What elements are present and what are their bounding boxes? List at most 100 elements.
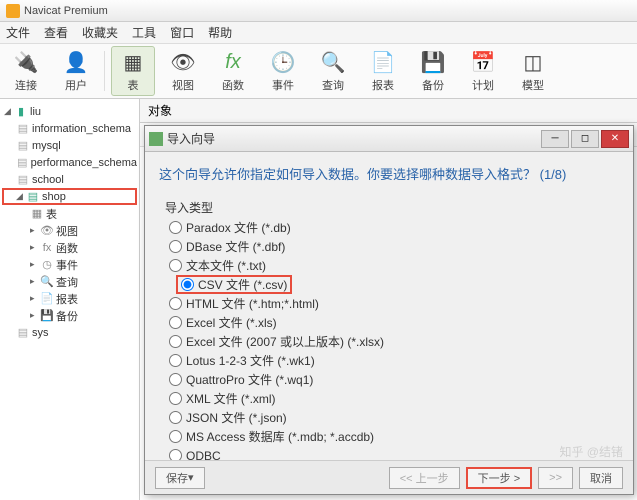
plug-icon: 🔌	[13, 50, 39, 76]
opt-access[interactable]: MS Access 数据库 (*.mdb; *.accdb)	[169, 427, 619, 446]
tree-db-label: performance_schema	[31, 157, 137, 169]
dialog-heading: 这个向导允许你指定如何导入数据。你要选择哪种数据导入格式？ (1/8)	[159, 164, 619, 183]
opt-label: ODBC	[186, 449, 221, 461]
tool-query-label: 查询	[322, 77, 344, 93]
backup-icon: 💾	[40, 310, 54, 322]
db-icon: ▤	[26, 191, 40, 203]
tool-connect[interactable]: 🔌连接	[4, 46, 48, 96]
dialog-titlebar[interactable]: 导入向导 ─ ◻ ✕	[145, 126, 633, 152]
tool-connect-label: 连接	[15, 77, 37, 93]
tool-model-label: 模型	[522, 77, 544, 93]
tree-child[interactable]: ▸💾备份	[2, 307, 137, 324]
dialog-body: 这个向导允许你指定如何导入数据。你要选择哪种数据导入格式？ (1/8) 导入类型…	[145, 152, 633, 460]
opt-label: XML 文件 (*.xml)	[186, 390, 276, 407]
save-button[interactable]: 保存 ▾	[155, 467, 205, 489]
back-label: << 上一步	[400, 470, 449, 486]
tree-db-label: mysql	[32, 140, 61, 152]
tool-table[interactable]: ▦表	[111, 46, 155, 96]
tool-user[interactable]: 👤用户	[54, 46, 98, 96]
opt-label: QuattroPro 文件 (*.wq1)	[186, 371, 313, 388]
back-button[interactable]: << 上一步	[389, 467, 460, 489]
tree-db[interactable]: ▤mysql	[2, 137, 137, 154]
tree-db-selected[interactable]: ◢▤shop	[2, 188, 137, 205]
section-label: 导入类型	[165, 199, 619, 216]
tool-query[interactable]: 🔍查询	[311, 46, 355, 96]
search-icon: 🔍	[320, 50, 346, 76]
table-icon: ▦	[30, 208, 44, 220]
minimize-button[interactable]: ─	[541, 130, 569, 148]
tree-db[interactable]: ▤performance_schema	[2, 154, 137, 171]
opt-xml[interactable]: XML 文件 (*.xml)	[169, 389, 619, 408]
tree-child-label: 备份	[56, 308, 78, 324]
opt-dbase[interactable]: DBase 文件 (*.dbf)	[169, 237, 619, 256]
dialog-footer: 保存 ▾ << 上一步 下一步 > >> 取消	[145, 460, 633, 494]
db-icon: ▤	[16, 174, 30, 186]
next-button[interactable]: 下一步 >	[466, 467, 532, 489]
fast-forward-button[interactable]: >>	[538, 467, 573, 489]
menu-file[interactable]: 文件	[6, 24, 30, 41]
tool-schedule[interactable]: 📅计划	[461, 46, 505, 96]
tab-header: 对象	[140, 99, 637, 123]
tool-model[interactable]: ◫模型	[511, 46, 555, 96]
tree-db-label: sys	[32, 327, 49, 339]
tree-db[interactable]: ▤information_schema	[2, 120, 137, 137]
table-icon: ▦	[120, 50, 146, 76]
tree-root-label: liu	[30, 106, 41, 118]
menu-help[interactable]: 帮助	[208, 24, 232, 41]
maximize-button[interactable]: ◻	[571, 130, 599, 148]
tool-user-label: 用户	[65, 77, 87, 93]
opt-paradox[interactable]: Paradox 文件 (*.db)	[169, 218, 619, 237]
opt-lotus[interactable]: Lotus 1-2-3 文件 (*.wk1)	[169, 351, 619, 370]
opt-quattro[interactable]: QuattroPro 文件 (*.wq1)	[169, 370, 619, 389]
tool-table-label: 表	[128, 77, 139, 93]
calendar-icon: 📅	[470, 50, 496, 76]
menu-tools[interactable]: 工具	[132, 24, 156, 41]
cancel-button[interactable]: 取消	[579, 467, 623, 489]
ff-label: >>	[549, 472, 562, 484]
db-icon: ▤	[16, 157, 29, 169]
tree-child[interactable]: ▸🔍查询	[2, 273, 137, 290]
menu-window[interactable]: 窗口	[170, 24, 194, 41]
close-button[interactable]: ✕	[601, 130, 629, 148]
opt-xls[interactable]: Excel 文件 (*.xls)	[169, 313, 619, 332]
tree-child[interactable]: ▸📄报表	[2, 290, 137, 307]
tool-schedule-label: 计划	[472, 77, 494, 93]
tool-event[interactable]: 🕒事件	[261, 46, 305, 96]
save-label: 保存	[166, 470, 188, 486]
tree-child[interactable]: ▸fx函数	[2, 239, 137, 256]
connection-tree: ◢▮liu ▤information_schema ▤mysql ▤perfor…	[0, 99, 140, 500]
tool-backup[interactable]: 💾备份	[411, 46, 455, 96]
opt-label: MS Access 数据库 (*.mdb; *.accdb)	[186, 428, 374, 445]
opt-xlsx[interactable]: Excel 文件 (2007 或以上版本) (*.xlsx)	[169, 332, 619, 351]
db-icon: ▤	[16, 123, 30, 135]
wizard-icon	[149, 132, 163, 146]
window-titlebar: Navicat Premium	[0, 0, 637, 22]
main-toolbar: 🔌连接 👤用户 ▦表 👁视图 fx函数 🕒事件 🔍查询 📄报表 💾备份 📅计划 …	[0, 44, 637, 99]
tree-child[interactable]: ▸◷事件	[2, 256, 137, 273]
tree-child[interactable]: ▸👁视图	[2, 222, 137, 239]
opt-label: Excel 文件 (*.xls)	[186, 314, 277, 331]
tool-report[interactable]: 📄报表	[361, 46, 405, 96]
tree-root[interactable]: ◢▮liu	[2, 103, 137, 120]
opt-html[interactable]: HTML 文件 (*.htm;*.html)	[169, 294, 619, 313]
opt-csv[interactable]: CSV 文件 (*.csv)	[176, 275, 292, 294]
tree-db-label: information_schema	[32, 123, 131, 135]
menu-view[interactable]: 查看	[44, 24, 68, 41]
tool-function[interactable]: fx函数	[211, 46, 255, 96]
app-icon	[6, 4, 20, 18]
menu-favorites[interactable]: 收藏夹	[82, 24, 118, 41]
tree-db-label: school	[32, 174, 64, 186]
tree-child[interactable]: ▦表	[2, 205, 137, 222]
tab-objects[interactable]: 对象	[148, 102, 172, 119]
model-icon: ◫	[520, 50, 546, 76]
opt-txt[interactable]: 文本文件 (*.txt)	[169, 256, 619, 275]
report-icon: 📄	[40, 293, 54, 305]
tool-view[interactable]: 👁视图	[161, 46, 205, 96]
db-icon: ▤	[16, 140, 30, 152]
tree-db[interactable]: ▤school	[2, 171, 137, 188]
tree-db[interactable]: ▤sys	[2, 324, 137, 341]
tree-child-label: 事件	[56, 257, 78, 273]
tool-function-label: 函数	[222, 77, 244, 93]
opt-odbc[interactable]: ODBC	[169, 446, 619, 460]
opt-json[interactable]: JSON 文件 (*.json)	[169, 408, 619, 427]
